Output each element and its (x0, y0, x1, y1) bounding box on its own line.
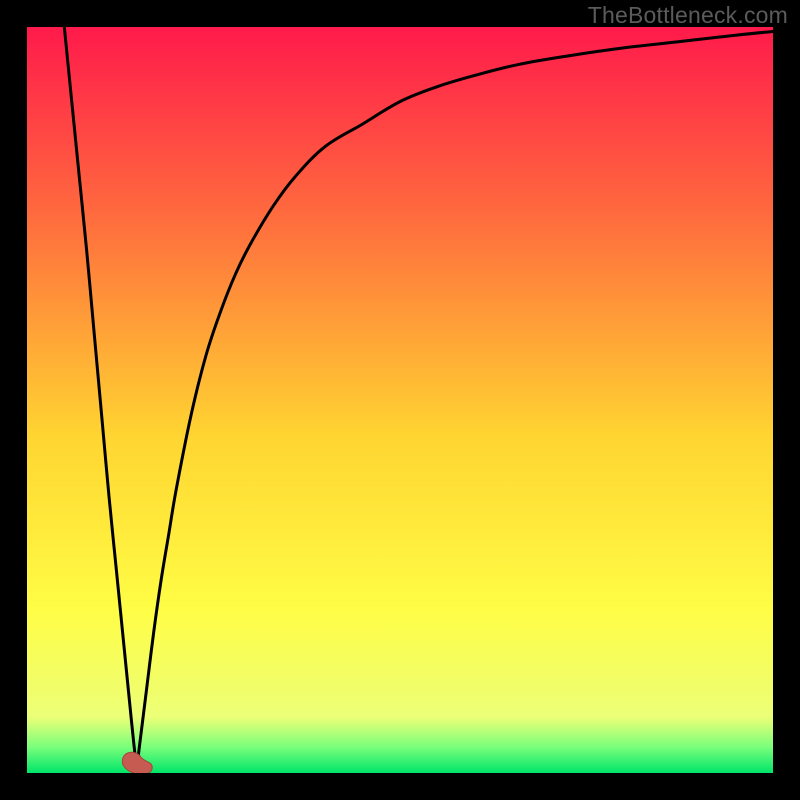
watermark-text: TheBottleneck.com (588, 2, 788, 29)
plot-area (27, 27, 773, 773)
chart-container: TheBottleneck.com (0, 0, 800, 800)
gradient-background (27, 27, 773, 773)
chart-svg (27, 27, 773, 773)
